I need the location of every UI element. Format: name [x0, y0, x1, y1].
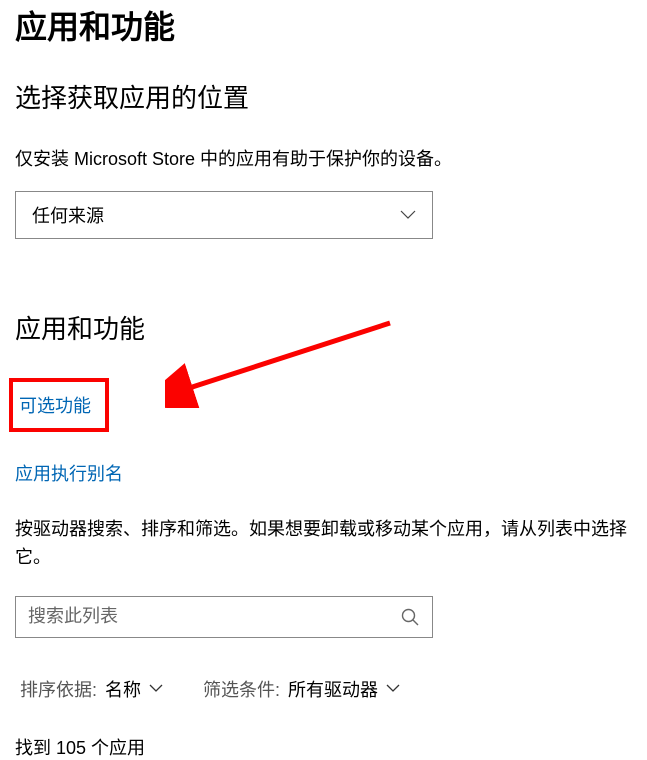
chevron-down-icon	[400, 210, 416, 220]
apps-description: 按驱动器搜索、排序和筛选。如果想要卸载或移动某个应用，请从列表中选择它。	[15, 516, 632, 572]
filter-value: 所有驱动器	[288, 676, 378, 702]
app-count-text: 找到 105 个应用	[15, 734, 632, 760]
chevron-down-icon	[386, 684, 400, 693]
app-aliases-link[interactable]: 应用执行别名	[15, 464, 123, 484]
sort-by-control[interactable]: 排序依据: 名称	[20, 676, 163, 702]
sort-value: 名称	[105, 676, 141, 702]
optional-features-link[interactable]: 可选功能	[19, 396, 91, 416]
search-input[interactable]	[28, 606, 400, 627]
source-description: 仅安装 Microsoft Store 中的应用有助于保护你的设备。	[15, 145, 632, 171]
page-title: 应用和功能	[15, 2, 632, 48]
highlight-annotation: 可选功能	[9, 378, 109, 432]
search-icon	[400, 607, 420, 627]
sort-label: 排序依据:	[20, 676, 97, 702]
search-box[interactable]	[15, 596, 433, 638]
filter-by-control[interactable]: 筛选条件: 所有驱动器	[203, 676, 400, 702]
source-select[interactable]: 任何来源	[15, 191, 433, 239]
apps-section-heading: 应用和功能	[15, 309, 632, 346]
filter-label: 筛选条件:	[203, 676, 280, 702]
chevron-down-icon	[149, 684, 163, 693]
source-section-heading: 选择获取应用的位置	[15, 78, 632, 115]
source-select-value: 任何来源	[32, 202, 400, 228]
